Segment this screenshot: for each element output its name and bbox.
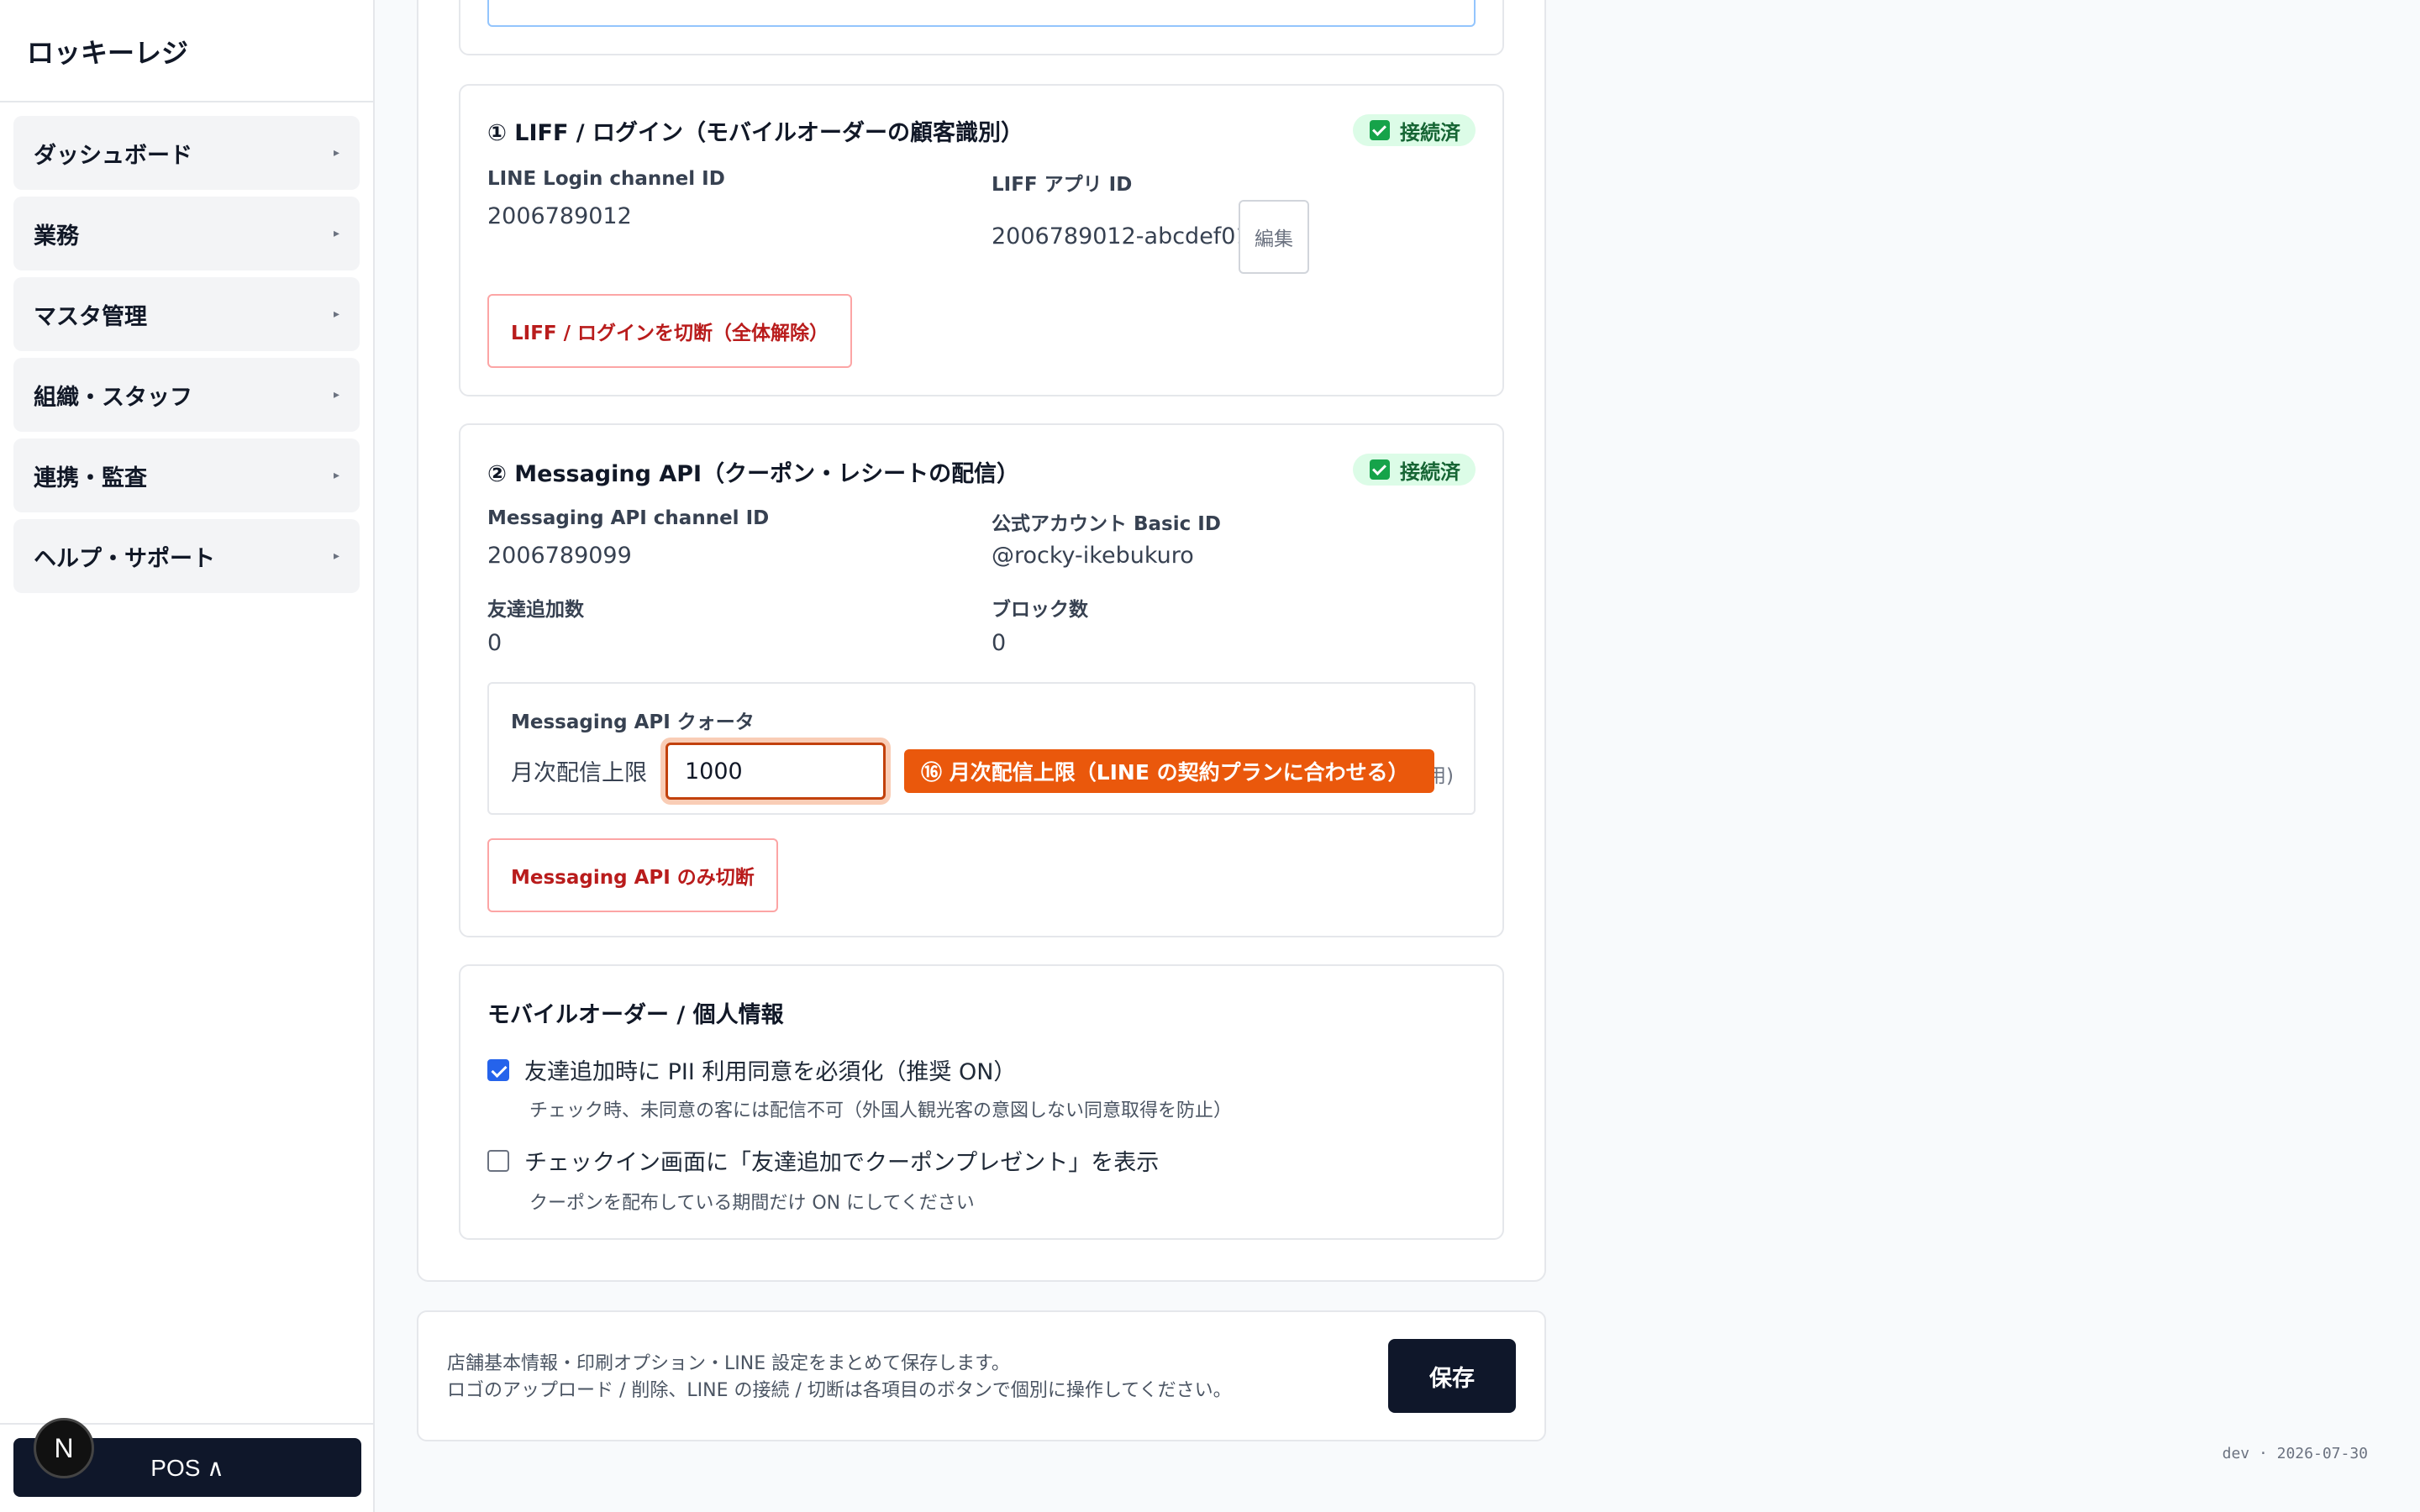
quota-label: 月次配信上限 [511,760,647,786]
sidebar-item-dashboard[interactable]: ダッシュボード ▸ [13,116,360,190]
caret-right-icon: ▸ [333,549,339,563]
field-value: 2006789012 [487,203,632,229]
field-value: 2006789099 [487,543,632,569]
sidebar-item-label: ヘルプ・サポート [34,545,215,572]
sidebar-item-master[interactable]: マスタ管理 ▸ [13,277,360,351]
check-icon [1370,459,1390,480]
caret-right-icon: ▸ [333,388,339,402]
mobile-order-section: モバイルオーダー / 個人情報 友達追加時に PII 利用同意を必須化（推奨 O… [459,964,1504,1240]
checkin-coupon-checkbox[interactable] [487,1149,509,1172]
field-label: Messaging API channel ID [487,507,770,529]
pii-consent-checkbox[interactable] [487,1058,509,1081]
footer-note-line: ロゴのアップロード / 削除、LINE の接続 / 切断は各項目のボタンで個別に… [447,1380,1232,1401]
field-label: LINE Login channel ID [487,168,725,190]
save-button[interactable]: 保存 [1388,1339,1516,1413]
checkbox-label: 友達追加時に PII 利用同意を必須化（推奨 ON） [524,1059,1017,1085]
status-badge: 接続済 [1353,454,1476,486]
sidebar-item-label: ダッシュボード [34,142,192,169]
sidebar-item-help[interactable]: ヘルプ・サポート ▸ [13,519,360,593]
caret-right-icon: ▸ [333,146,339,160]
field-label: 公式アカウント Basic ID [992,513,1221,535]
checkbox-label: チェックイン画面に「友達追加でクーポンプレゼント」を表示 [524,1150,1160,1176]
liff-disconnect-button[interactable]: LIFF / ログインを切断（全体解除） [487,294,853,368]
sidebar-item-integration[interactable]: 連携・監査 ▸ [13,438,360,512]
sidebar-item-operations[interactable]: 業務 ▸ [13,197,360,270]
edit-button[interactable]: 編集 [1239,200,1309,274]
sidebar-nav: ダッシュボード ▸ 業務 ▸ マスタ管理 ▸ 組織・スタッフ ▸ 連携・監査 ▸… [0,102,373,613]
section-title: ① LIFF / ログイン（モバイルオーダーの顧客識別） [487,120,1024,146]
sidebar-item-organization[interactable]: 組織・スタッフ ▸ [13,358,360,432]
build-label: dev · 2026-07-30 [2222,1445,2368,1462]
pii-consent-row[interactable]: 友達追加時に PII 利用同意を必須化（推奨 ON） [487,1053,1016,1086]
status-badge: 接続済 [1353,114,1476,146]
caret-right-icon: ▸ [333,307,339,321]
field-label: LIFF アプリ ID [992,174,1133,196]
sidebar-item-label: 連携・監査 [34,465,147,491]
section-title: モバイルオーダー / 個人情報 [487,1002,784,1028]
save-footer: 店舗基本情報・印刷オプション・LINE 設定をまとめて保存します。 ロゴのアップ… [417,1310,1546,1441]
field-value: 0 [992,630,1007,656]
field-label: ブロック数 [992,599,1088,621]
messaging-disconnect-button[interactable]: Messaging API のみ切断 [487,838,778,912]
caret-right-icon: ▸ [333,227,339,240]
status-badge-label: 接続済 [1400,120,1460,144]
field-value: @rocky-ikebukuro [992,543,1194,569]
liff-section: ① LIFF / ログイン（モバイルオーダーの顧客識別） 接続済 LINE Lo… [459,84,1504,396]
messaging-api-section: ② Messaging API（クーポン・レシートの配信） 接続済 Messag… [459,423,1504,937]
status-badge-label: 接続済 [1400,459,1460,484]
field-label: 友達追加数 [487,599,584,621]
help-text: チェック時、未同意の客には配信不可（外国人観光客の意図しない同意取得を防止） [529,1100,1233,1121]
footer-note-line: 店舗基本情報・印刷オプション・LINE 設定をまとめて保存します。 [447,1353,1010,1374]
sidebar-footer: POS ∧ N [0,1418,375,1512]
check-icon [1370,120,1390,140]
annotation-tooltip: ⑯ 月次配信上限（LINE の契約プランに合わせる） [904,749,1434,793]
sidebar-item-label: 業務 [34,223,79,249]
footer-note: 店舗基本情報・印刷オプション・LINE 設定をまとめて保存します。 ロゴのアップ… [447,1351,1232,1404]
sidebar: ロッキーレジ ダッシュボード ▸ 業務 ▸ マスタ管理 ▸ 組織・スタッフ ▸ … [0,0,375,1512]
caret-right-icon: ▸ [333,469,339,482]
monthly-limit-input[interactable] [666,743,886,800]
section-title: ② Messaging API（クーポン・レシートの配信） [487,461,1020,487]
sidebar-item-label: 組織・スタッフ [34,384,192,411]
field-value: 2006789012-abcdef01 [992,223,1250,249]
text-field[interactable] [487,0,1476,27]
field-value: 0 [487,630,502,656]
dev-indicator-badge[interactable]: N [34,1418,94,1478]
checkin-coupon-row[interactable]: チェックイン画面に「友達追加でクーポンプレゼント」を表示 [487,1144,1159,1177]
sidebar-item-label: マスタ管理 [34,303,147,330]
quota-box: Messaging API クォータ 月次配信上限 % 使用) ⑯ 月次配信上限… [487,682,1476,815]
help-text: クーポンを配布している期間だけ ON にしてください [529,1193,975,1214]
app-title: ロッキーレジ [0,0,373,102]
quota-title: Messaging API クォータ [511,711,755,733]
